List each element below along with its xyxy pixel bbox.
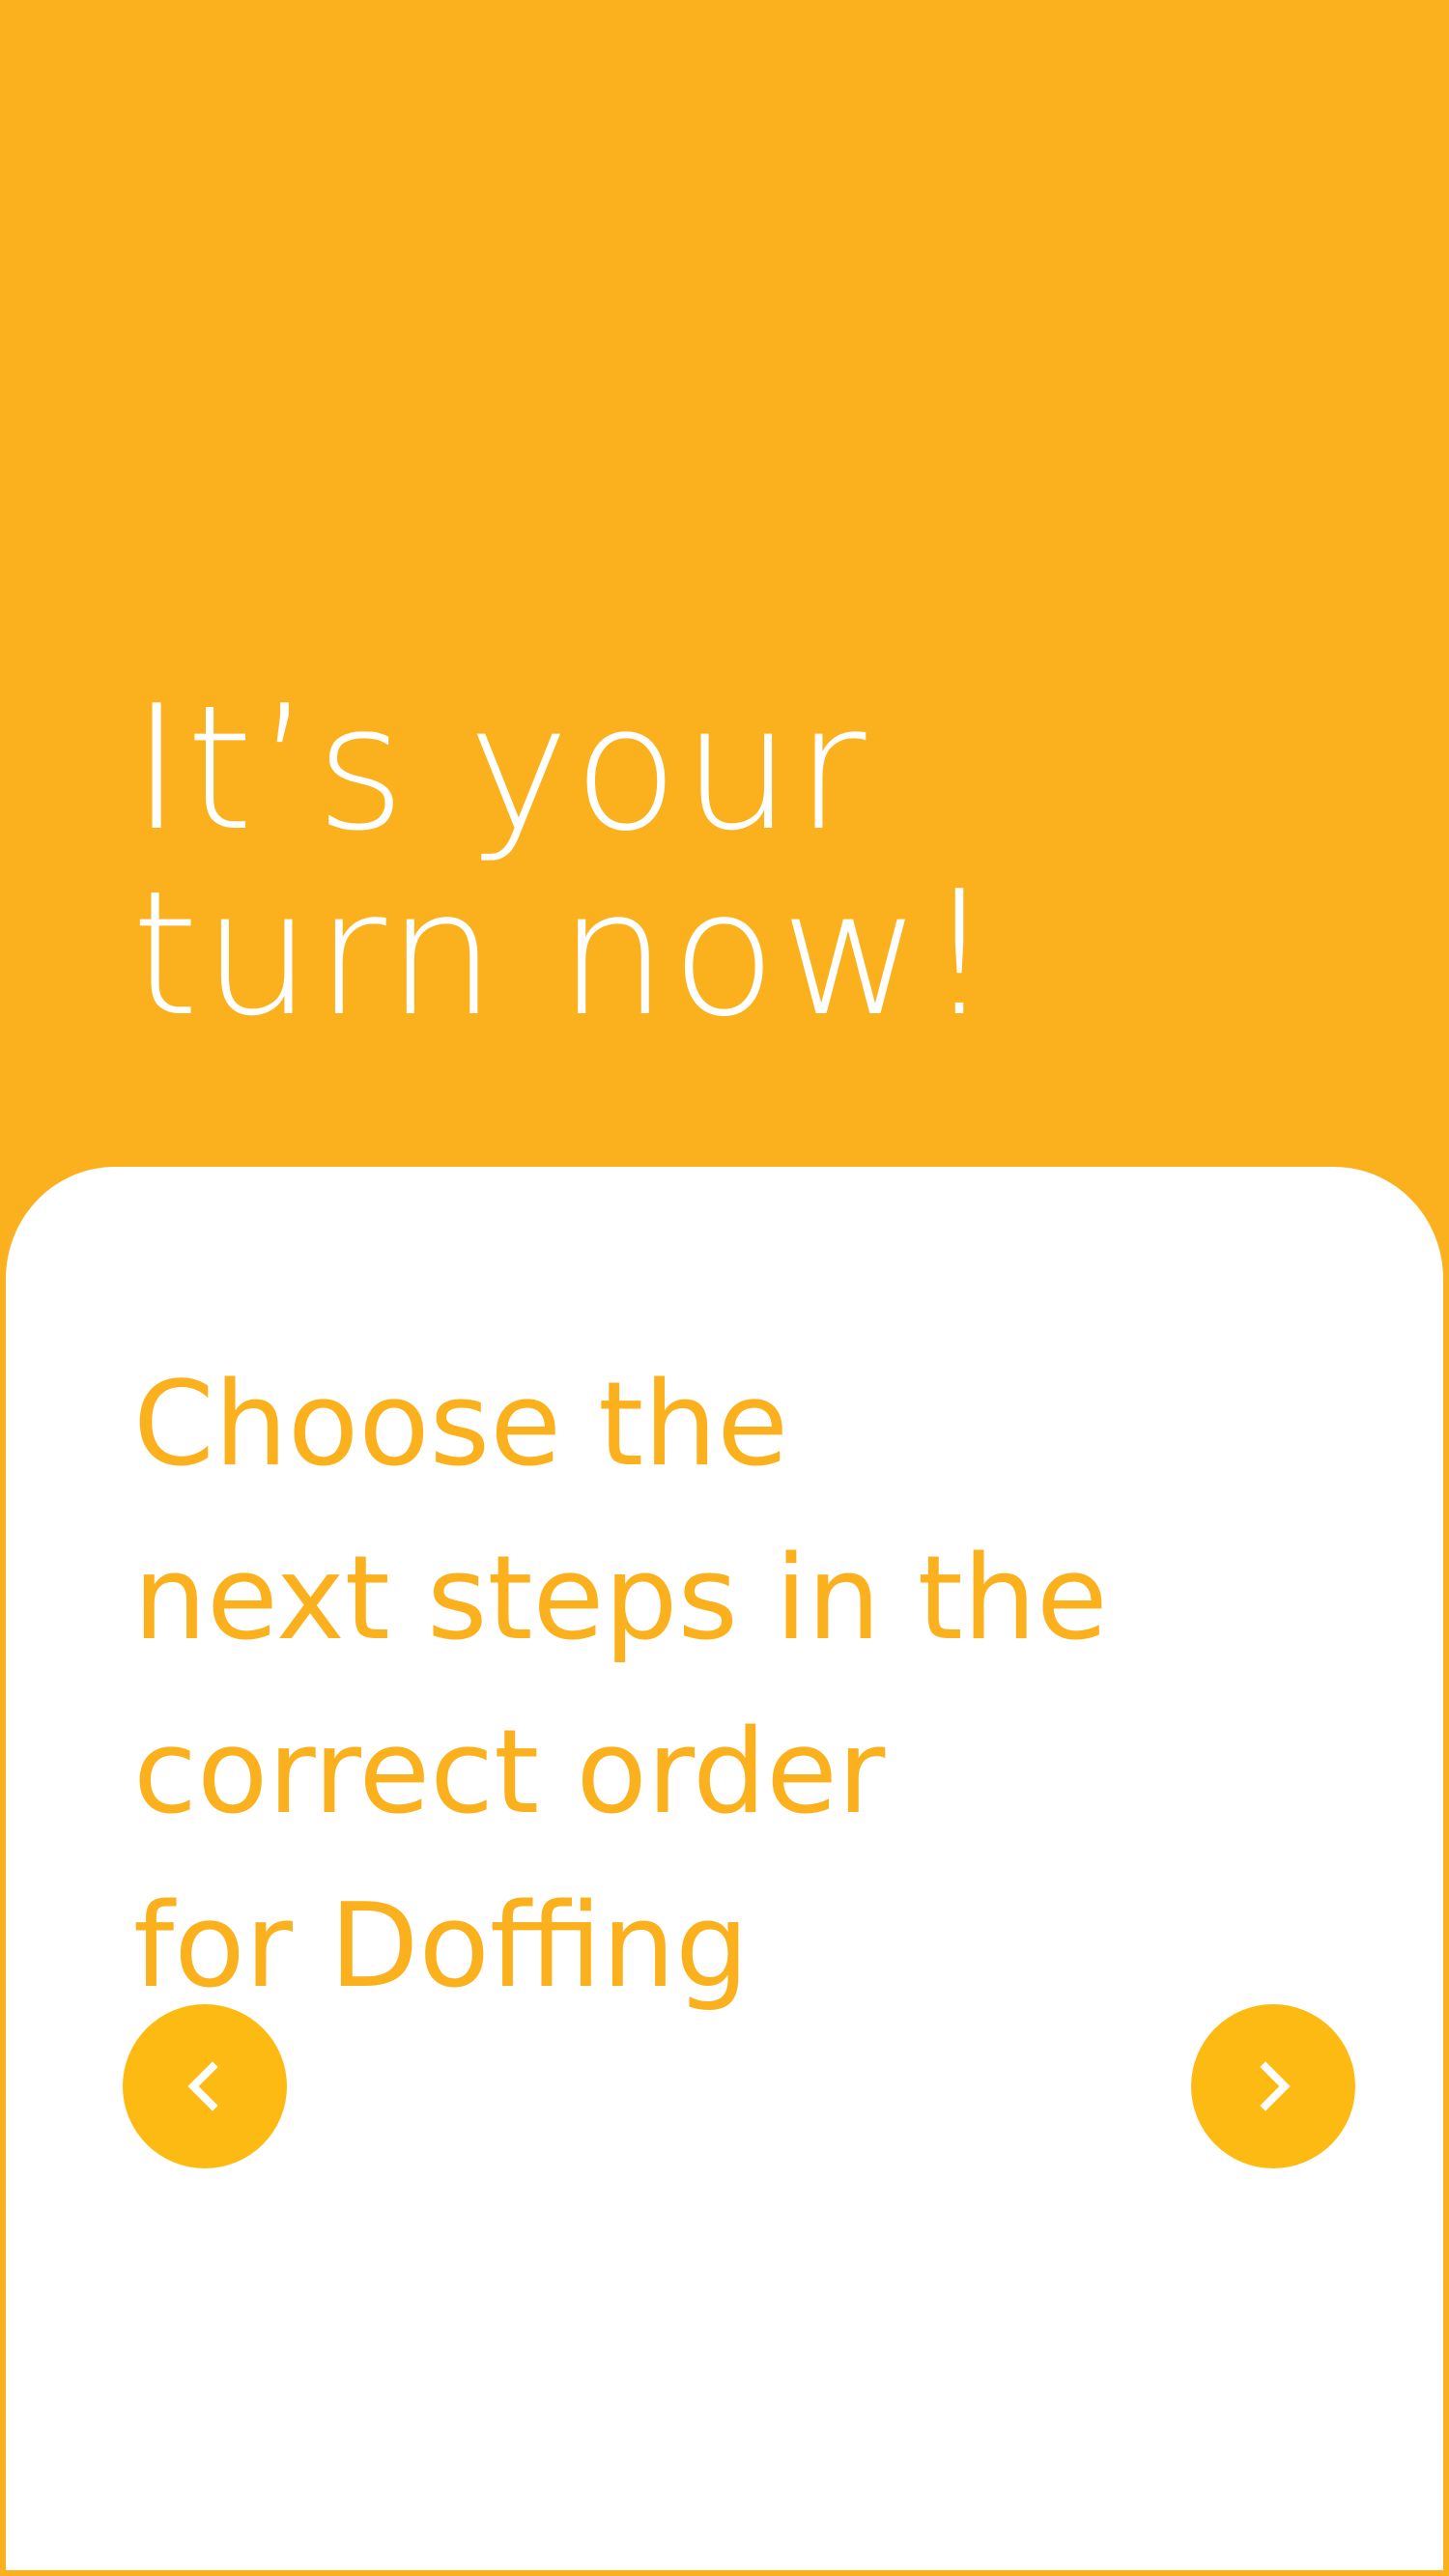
page-title: It’s your turn now! <box>131 668 998 1054</box>
chevron-right-icon <box>1260 2061 1291 2111</box>
chevron-left-icon <box>187 2061 218 2111</box>
previous-button[interactable] <box>123 2004 287 2168</box>
instruction-text: Choose the next steps in the correct ord… <box>133 1358 1108 2014</box>
instruction-card: Choose the next steps in the correct ord… <box>3 1167 1446 2573</box>
next-button[interactable] <box>1191 2004 1355 2168</box>
